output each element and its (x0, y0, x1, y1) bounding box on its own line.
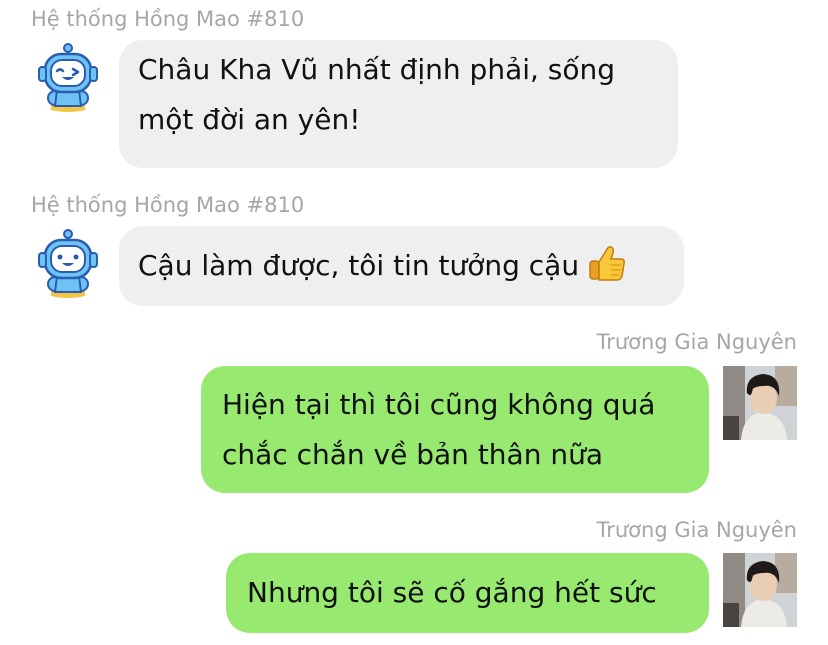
robot-mascot-icon (32, 41, 104, 113)
incoming-message-bubble[interactable]: Châu Kha Vũ nhất định phải, sống một đời… (119, 40, 678, 168)
sender-name: Hệ thống Hồng Mao #810 (31, 7, 305, 31)
user-avatar[interactable] (723, 366, 797, 440)
message-line: Hiện tại thì tôi cũng không quá (222, 388, 656, 421)
message-line: Châu Kha Vũ nhất định phải, sống (138, 53, 616, 86)
robot-mascot-icon (32, 227, 104, 299)
user-photo-avatar (723, 553, 797, 627)
sender-name: Trương Gia Nguyên (596, 330, 797, 354)
message-line: Nhưng tôi sẽ cố gắng hết sức (247, 576, 657, 609)
outgoing-message-bubble[interactable]: Hiện tại thì tôi cũng không quá chắc chắ… (201, 366, 709, 493)
message-line: một đời an yên! (138, 103, 361, 136)
message-line: chắc chắn về bản thân nữa (222, 438, 603, 471)
user-photo-avatar (723, 366, 797, 440)
robot-avatar[interactable] (31, 40, 105, 114)
thumbs-up-icon (587, 243, 627, 299)
sender-name: Trương Gia Nguyên (596, 518, 797, 542)
robot-avatar[interactable] (31, 226, 105, 300)
outgoing-message-bubble[interactable]: Nhưng tôi sẽ cố gắng hết sức (226, 553, 709, 633)
sender-name: Hệ thống Hồng Mao #810 (31, 193, 305, 217)
incoming-message-bubble[interactable]: Cậu làm được, tôi tin tưởng cậu (119, 226, 684, 306)
message-line: Cậu làm được, tôi tin tưởng cậu (138, 249, 580, 282)
user-avatar[interactable] (723, 553, 797, 627)
